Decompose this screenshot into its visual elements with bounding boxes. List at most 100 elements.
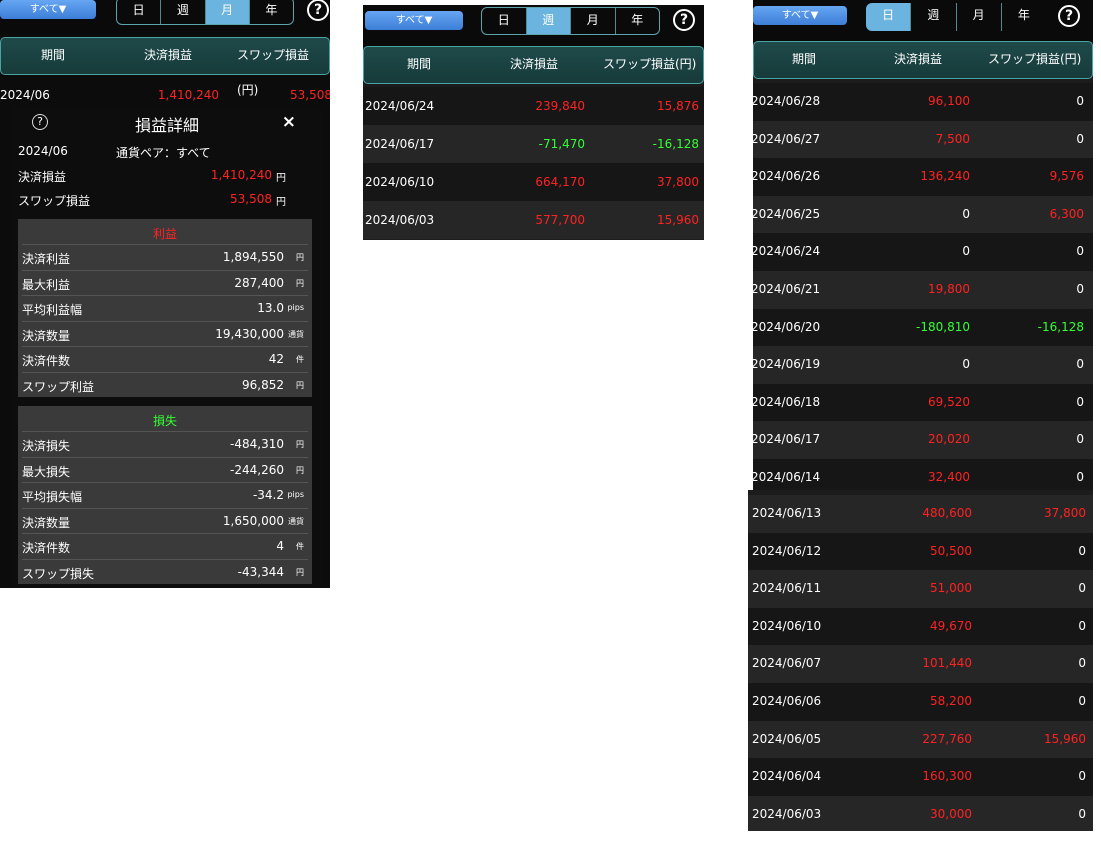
row-swap: 9,576 <box>1049 169 1084 184</box>
row-pl: 20,020 <box>928 432 970 447</box>
detail-pair: 通貨ペア：すべて <box>116 146 211 160</box>
row-pl: 664,170 <box>535 175 585 189</box>
top-bar: すべて▼ 日 週 月 年 ? <box>0 0 330 34</box>
row-swap: 15,876 <box>657 99 699 113</box>
detail-row: スワップ利益 96,852 円 <box>22 372 308 397</box>
table-row[interactable]: 2024/06/26 136,240 9,576 <box>753 158 1093 196</box>
detail-unit: 円 <box>296 568 304 577</box>
row-date: 2024/06/10 <box>365 175 435 189</box>
row-swap: 37,800 <box>657 175 699 189</box>
tab-week[interactable]: 週 <box>161 0 206 24</box>
row-pl: 30,000 <box>930 806 972 821</box>
detail-row: 決済利益 1,894,550 円 <box>22 244 308 269</box>
row-date: 2024/06/04 <box>752 769 822 784</box>
row-pl: 69,520 <box>928 394 970 409</box>
row-swap: 53,508 <box>290 88 330 102</box>
tab-month[interactable]: 月 <box>957 3 1002 31</box>
table-row[interactable]: 2024/06/05 227,760 15,960 <box>748 720 1093 759</box>
row-swap: 0 <box>1076 131 1084 146</box>
detail-unit: 円 <box>296 465 304 475</box>
table-row[interactable]: 2024/06/14 32,400 0 <box>753 459 1093 490</box>
detail-value: -484,310 <box>230 437 284 451</box>
row-date: 2024/06/12 <box>752 543 822 558</box>
table-row[interactable]: 2024/06/24 0 0 <box>753 233 1093 271</box>
help-icon[interactable]: ? <box>673 9 695 31</box>
table-row[interactable]: 2024/06/21 19,800 0 <box>753 271 1093 309</box>
help-icon[interactable]: ? <box>307 0 329 21</box>
tab-month[interactable]: 月 <box>205 0 250 24</box>
row-swap: 0 <box>1076 244 1084 259</box>
tab-day[interactable]: 日 <box>866 3 912 31</box>
row-pl: 136,240 <box>920 169 970 184</box>
row-swap: -16,128 <box>652 137 699 151</box>
all-filter-button[interactable]: すべて▼ <box>753 6 847 25</box>
table-row[interactable]: 2024/06/03 577,700 15,960 <box>363 201 704 239</box>
table-row[interactable]: 2024/06/17 -71,470 -16,128 <box>363 125 704 163</box>
table-row[interactable]: 2024/06/25 0 6,300 <box>753 195 1093 234</box>
table-row[interactable]: 2024/06/24 239,840 15,876 <box>363 87 704 125</box>
tab-year[interactable]: 年 <box>1002 3 1046 31</box>
table-row[interactable]: 2024/06/28 96,100 0 <box>753 83 1093 121</box>
row-pl: 58,200 <box>930 694 972 708</box>
tab-year[interactable]: 年 <box>616 8 660 34</box>
table-row[interactable]: 2024/06/04 160,300 0 <box>748 758 1093 796</box>
tab-week[interactable]: 週 <box>526 8 571 34</box>
detail-settle-label: 決済損益 <box>18 170 67 184</box>
row-date: 2024/06/03 <box>365 213 435 227</box>
period-segment: 日 週 月 年 <box>481 7 660 35</box>
table-row[interactable]: 2024/06/12 50,500 0 <box>748 532 1093 571</box>
detail-label: 決済件数 <box>22 541 71 556</box>
tab-week[interactable]: 週 <box>911 3 957 31</box>
row-date: 2024/06/19 <box>753 357 821 372</box>
table-row[interactable]: 2024/06/11 51,000 0 <box>748 570 1093 608</box>
table-row[interactable]: 2024/06/03 30,000 0 <box>748 795 1093 831</box>
row-date: 2024/06/10 <box>752 618 822 633</box>
row-pl: 49,670 <box>930 618 972 633</box>
weekly-panel: すべて▼ 日 週 月 年 ? 期間 決済損益 スワップ損益(円) 2024/06… <box>363 5 704 240</box>
row-date: 2024/06/27 <box>753 131 821 146</box>
table-row[interactable]: 2024/06/17 20,020 0 <box>753 421 1093 459</box>
row-date: 2024/06/06 <box>752 694 822 708</box>
detail-value: 1,894,550 <box>222 250 284 264</box>
all-filter-button[interactable]: すべて▼ <box>365 11 463 30</box>
detail-label: 決済数量 <box>22 328 71 343</box>
detail-unit: 円 <box>296 381 304 390</box>
row-swap: -16,128 <box>1037 319 1084 334</box>
table-row[interactable]: 2024/06/10 49,670 0 <box>748 607 1093 646</box>
help-icon[interactable]: ? <box>1058 5 1080 27</box>
row-date: 2024/06/11 <box>752 581 822 596</box>
popup-title: 損益詳細 <box>134 116 199 135</box>
detail-label: 最大損失 <box>22 464 71 479</box>
detail-label: 平均利益幅 <box>22 303 83 318</box>
detail-value: -43,344 <box>237 565 284 579</box>
detail-row: 決済件数 4 件 <box>22 533 308 558</box>
table-row[interactable]: 2024/06/06 58,200 0 <box>748 683 1093 721</box>
table-row[interactable]: 2024/06/07 101,440 0 <box>748 645 1093 683</box>
row-date: 2024/06/20 <box>753 319 821 334</box>
detail-row: 決済数量 19,430,000 通貨 <box>22 320 308 346</box>
table-row[interactable]: 2024/06/13 480,600 37,800 <box>748 495 1093 533</box>
daily-panel-bottom: 2024/06/13 480,600 37,800 2024/06/12 50,500 0… <box>748 490 1093 831</box>
table-row[interactable]: 2024/06/10 664,170 37,800 <box>363 163 704 201</box>
table-header: 期間 決済損益 スワップ損益(円) <box>753 41 1093 79</box>
table-row[interactable]: 2024/06/19 0 0 <box>753 346 1093 384</box>
table-row[interactable]: 2024/06/20 -180,810 -16,128 <box>753 308 1093 347</box>
row-swap: 0 <box>1078 694 1086 708</box>
close-icon[interactable]: × <box>282 112 296 132</box>
detail-unit: 通貨 <box>288 329 304 339</box>
detail-unit: 件 <box>296 355 304 365</box>
tab-day[interactable]: 日 <box>482 8 527 34</box>
row-pl: 7,500 <box>935 131 970 146</box>
table-row[interactable]: 2024/06/27 7,500 0 <box>753 120 1093 159</box>
row-pl: 0 <box>962 244 970 259</box>
row-swap: 0 <box>1076 94 1084 108</box>
row-date: 2024/06/05 <box>752 731 822 746</box>
col-period: 期間 <box>407 57 432 71</box>
row-pl: 227,760 <box>922 731 972 746</box>
tab-day[interactable]: 日 <box>117 0 162 24</box>
detail-value: 19,430,000 <box>215 326 284 341</box>
tab-month[interactable]: 月 <box>571 8 616 34</box>
all-filter-button[interactable]: すべて▼ <box>0 0 96 19</box>
tab-year[interactable]: 年 <box>250 0 293 24</box>
table-row[interactable]: 2024/06/18 69,520 0 <box>753 383 1093 422</box>
